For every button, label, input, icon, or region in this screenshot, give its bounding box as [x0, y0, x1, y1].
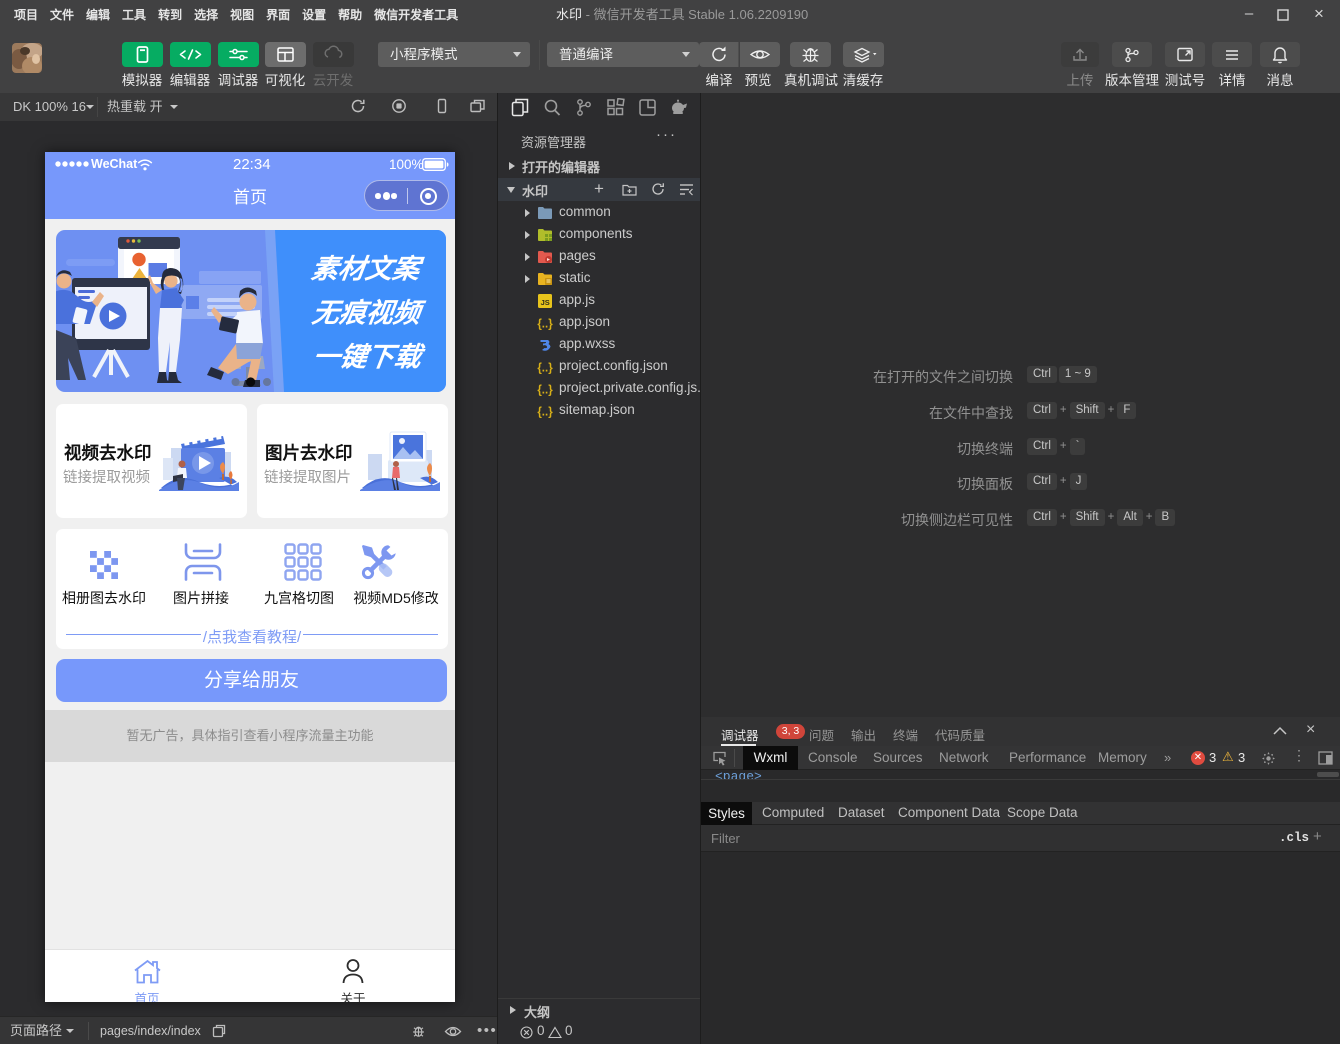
svg-text:素材文案: 素材文案	[309, 253, 425, 284]
svg-text:{..}: {..}	[537, 319, 553, 331]
svg-text:无痕视频: 无痕视频	[310, 297, 427, 328]
svg-text:一键下载: 一键下载	[311, 341, 427, 372]
svg-text:JS: JS	[541, 298, 550, 307]
svg-text:{..}: {..}	[537, 385, 553, 397]
svg-text:{..}: {..}	[537, 407, 553, 419]
svg-text:{..}: {..}	[537, 363, 553, 375]
